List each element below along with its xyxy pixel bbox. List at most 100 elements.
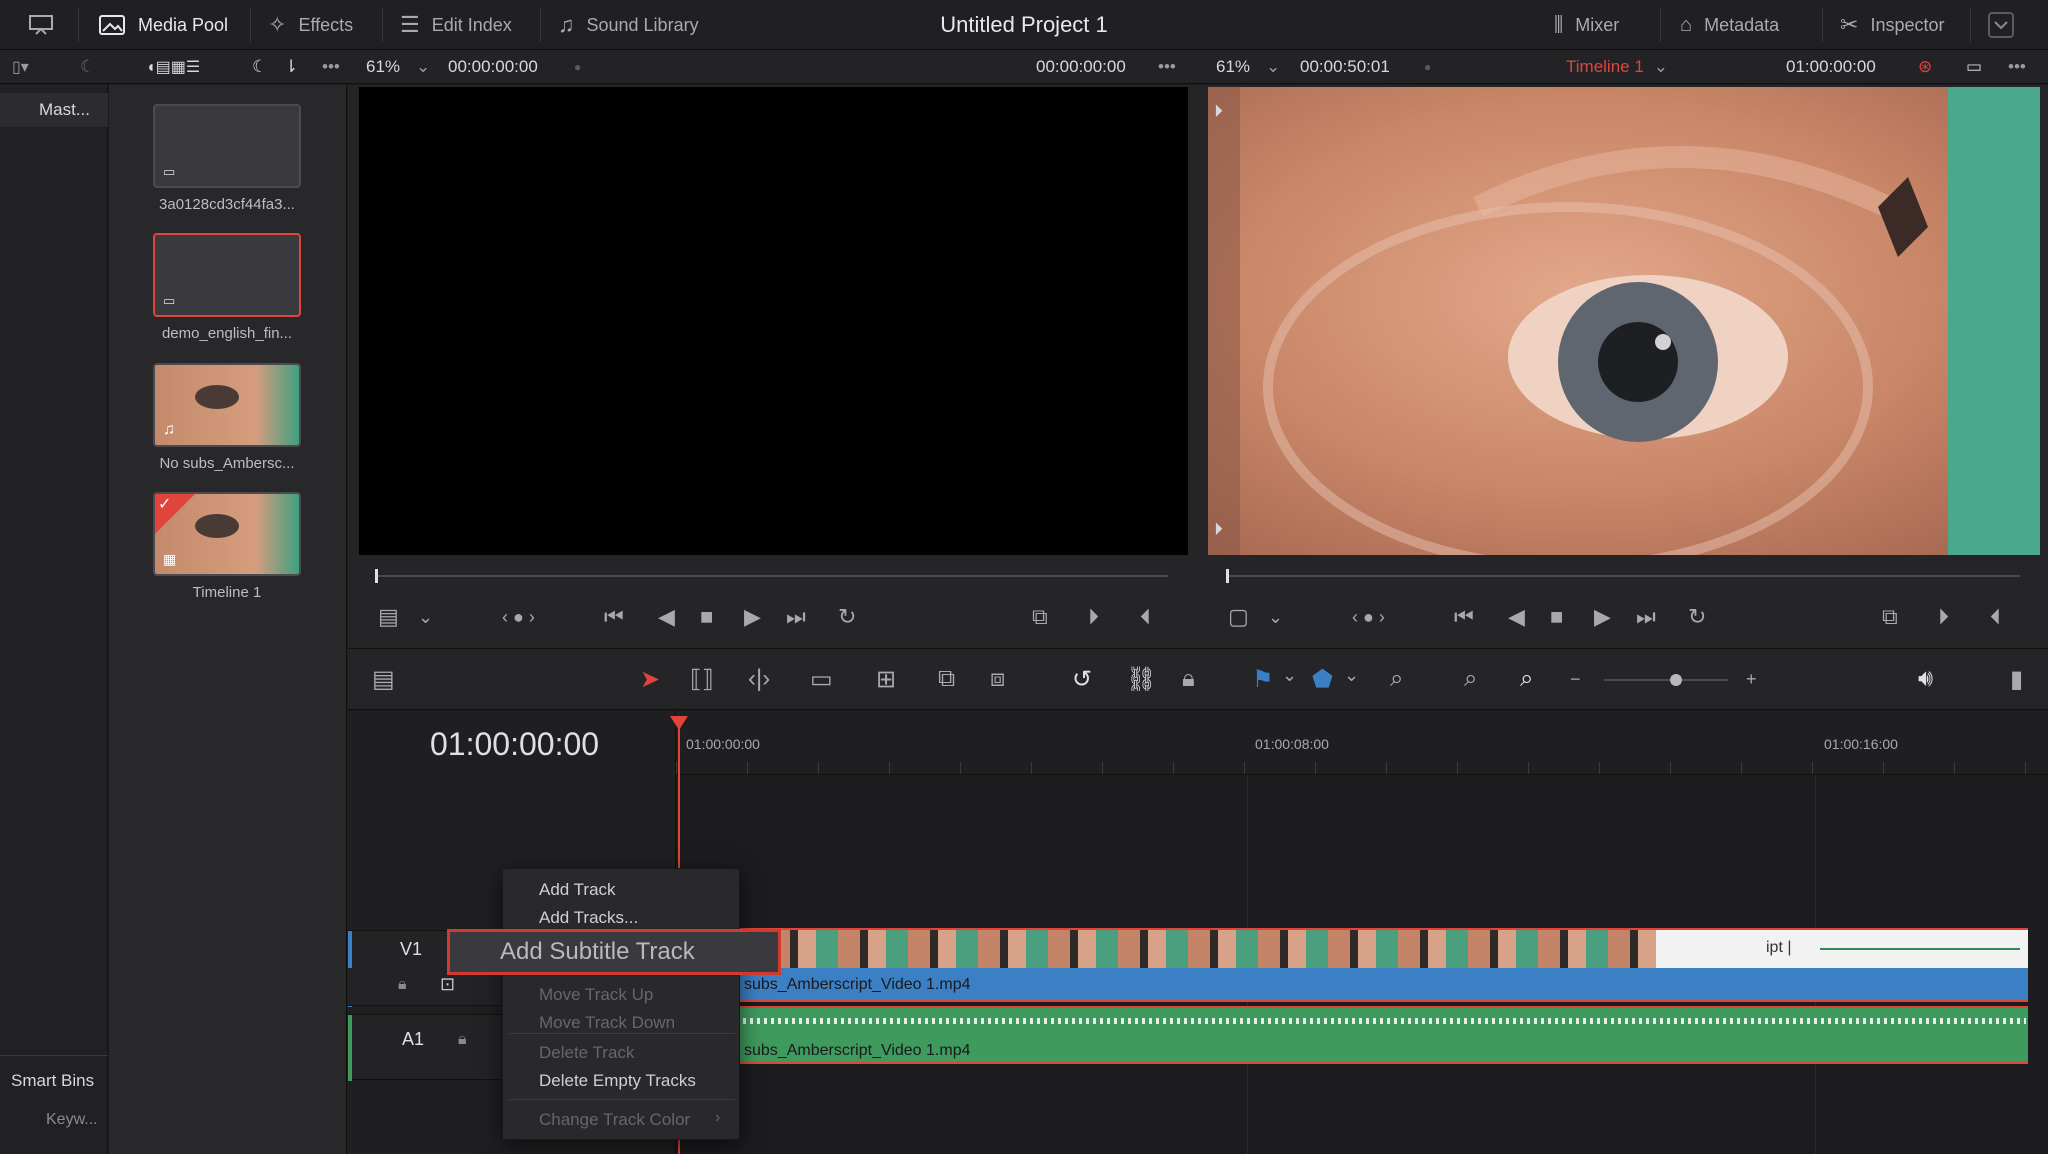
timeline-zoom[interactable]: 61%: [1216, 50, 1250, 84]
effects-tab[interactable]: ✧ Effects: [268, 0, 353, 50]
v1-thumbnail-strip[interactable]: [676, 930, 1656, 968]
clip-view-icon[interactable]: ▤: [378, 604, 399, 630]
a1-clip[interactable]: subs_Amberscript_Video 1.mp4: [676, 1006, 2028, 1064]
timeline-loop-icon[interactable]: ↻: [1688, 604, 1706, 630]
menu-add-tracks[interactable]: Add Tracks...: [539, 908, 638, 928]
zoom-custom-icon[interactable]: ⌕: [1520, 665, 1533, 693]
inspector-tab[interactable]: ✂ Inspector: [1840, 0, 1944, 50]
menu-delete-empty-tracks[interactable]: Delete Empty Tracks: [539, 1071, 696, 1091]
source-viewer[interactable]: [359, 87, 1188, 555]
clip-item[interactable]: ▭ 3a0128cd3cf44fa3...: [153, 104, 301, 213]
play-reverse-icon[interactable]: ◀: [658, 604, 675, 630]
play-icon[interactable]: ▶: [744, 604, 761, 630]
color-sync-icon[interactable]: ⊛: [1918, 50, 1932, 84]
master-bin[interactable]: Mast...: [0, 93, 108, 127]
mark-in-icon[interactable]: ⏵: [1088, 604, 1099, 630]
timeline-scrub-handle[interactable]: [1226, 569, 1229, 583]
timeline-mark-in-icon[interactable]: ⏵: [1938, 604, 1949, 630]
more-options-icon[interactable]: •••: [322, 50, 340, 84]
transform-chevron-icon[interactable]: ⌄: [1268, 607, 1283, 628]
sort-icon[interactable]: ⇂: [284, 50, 298, 84]
panel-layout-icon[interactable]: ▯▾: [12, 50, 29, 84]
menu-add-subtitle-track[interactable]: Add Subtitle Track: [447, 929, 781, 975]
lock-icon[interactable]: 🔒︎: [398, 976, 407, 994]
trim-tool-icon[interactable]: ⟦⟧: [690, 665, 714, 694]
transform-icon[interactable]: ▢: [1228, 604, 1249, 630]
linked-selection-icon[interactable]: ⛓: [1126, 665, 1156, 694]
meter-icon[interactable]: ▮: [2010, 665, 2023, 694]
blade-tool-icon[interactable]: ▭: [810, 665, 833, 694]
zoom-detail-icon[interactable]: ⌕: [1464, 665, 1477, 693]
source-zoom[interactable]: 61%: [366, 50, 400, 84]
zoom-slider-handle[interactable]: [1670, 674, 1682, 686]
media-pool-grid: ▭ 3a0128cd3cf44fa3... ▭ demo_english_fin…: [109, 85, 347, 1154]
source-scrub-handle[interactable]: [375, 569, 378, 583]
timeline-scrubber[interactable]: [1226, 575, 2020, 577]
timeline-zoom-chevron-icon[interactable]: ⌄: [1266, 50, 1280, 84]
timeline-name-dropdown[interactable]: Timeline 1 ⌄: [1566, 50, 1668, 84]
flag-chevron-icon[interactable]: ⌄: [1282, 665, 1297, 686]
sound-library-tab[interactable]: ♫ Sound Library: [558, 0, 699, 50]
clip-item[interactable]: ✓ ▦ Timeline 1: [153, 492, 301, 601]
timeline-options-icon[interactable]: ▤: [372, 665, 395, 694]
chevron-down-icon[interactable]: ⌄: [416, 50, 430, 84]
timeline-play-reverse-icon[interactable]: ◀: [1508, 604, 1525, 630]
svg-text:⏵: ⏵: [1214, 519, 1223, 539]
timeline-more-icon[interactable]: •••: [2008, 50, 2026, 84]
source-more-icon[interactable]: •••: [1158, 50, 1176, 84]
timeline-play-icon[interactable]: ▶: [1594, 604, 1611, 630]
position-lock-icon[interactable]: 🔒︎: [1182, 665, 1195, 693]
marker-chevron-icon[interactable]: ⌄: [1344, 665, 1359, 686]
auto-select-icon[interactable]: ⊡: [440, 974, 455, 995]
source-scrubber[interactable]: [376, 575, 1168, 577]
sort-moon-icon[interactable]: ☾: [252, 50, 267, 84]
loop-icon[interactable]: ↻: [838, 604, 856, 630]
timeline-mark-out-icon[interactable]: ⏴: [1990, 604, 2001, 630]
timeline-skip-end-icon[interactable]: ⏭: [1636, 604, 1656, 630]
moon-icon[interactable]: ☾: [80, 50, 95, 84]
insert-clip-icon[interactable]: ⊞: [876, 665, 896, 694]
expand-chevron-icon[interactable]: [1988, 0, 2014, 50]
zoom-slider[interactable]: [1604, 679, 1728, 681]
clip-item[interactable]: ▭ demo_english_fin...: [153, 233, 301, 342]
edit-index-tab[interactable]: ☰ Edit Index: [400, 0, 512, 50]
thumbnail-size-icon[interactable]: ◖▤▦☰: [146, 50, 200, 84]
overwrite-clip-icon[interactable]: ⧉: [938, 665, 955, 693]
v1-clip[interactable]: subs_Amberscript_Video 1.mp4: [676, 968, 2028, 1002]
stop-icon[interactable]: ■: [700, 604, 713, 630]
viewer-mode-icon[interactable]: ▭: [1966, 50, 1982, 84]
timeline-match-frame-icon[interactable]: ⧉: [1882, 604, 1898, 630]
media-pool-tab[interactable]: Media Pool: [98, 0, 228, 50]
a1-lock-icon[interactable]: 🔒︎: [458, 1031, 467, 1049]
selection-tool-icon[interactable]: ➤: [640, 665, 660, 694]
skip-end-icon[interactable]: ⏭: [786, 604, 806, 630]
clip-item[interactable]: ♫ No subs_Ambersc...: [153, 363, 301, 472]
a1-label: A1: [402, 1029, 425, 1049]
dynamic-trim-icon[interactable]: ‹|›: [748, 665, 770, 693]
timeline-stop-icon[interactable]: ■: [1550, 604, 1563, 630]
jog-icon[interactable]: ‹ ● ›: [502, 607, 535, 628]
zoom-out-icon[interactable]: −: [1570, 669, 1581, 690]
skip-start-icon[interactable]: ⏮: [604, 604, 624, 630]
keywords-bin-label[interactable]: Keyw...: [46, 1111, 98, 1129]
clip-view-chevron-icon[interactable]: ⌄: [418, 607, 433, 628]
playhead-handle-icon[interactable]: [670, 716, 688, 730]
zoom-full-icon[interactable]: ⌕: [1390, 665, 1403, 693]
marker-icon[interactable]: ⬟: [1312, 665, 1333, 694]
snapping-icon[interactable]: ↺: [1072, 665, 1092, 694]
match-frame-icon[interactable]: ⧉: [1032, 604, 1048, 630]
mixer-tab[interactable]: ⫼ Mixer: [1554, 0, 1619, 50]
flag-icon[interactable]: ⚑: [1252, 665, 1274, 694]
replace-clip-icon[interactable]: ⧈: [990, 665, 1005, 693]
mark-out-icon[interactable]: ⏴: [1140, 604, 1151, 630]
menu-add-track[interactable]: Add Track: [539, 880, 616, 900]
timeline-skip-start-icon[interactable]: ⏮: [1454, 604, 1474, 630]
v1-subtitle-region[interactable]: ipt |: [1656, 930, 2028, 968]
smart-bins-label[interactable]: Smart Bins: [11, 1071, 94, 1091]
workspace-icon[interactable]: [28, 0, 54, 50]
zoom-in-icon[interactable]: +: [1746, 669, 1757, 690]
volume-icon[interactable]: 🔊︎: [1918, 665, 1933, 693]
timeline-jog-icon[interactable]: ‹ ● ›: [1352, 607, 1385, 628]
metadata-tab[interactable]: ⌂ Metadata: [1680, 0, 1779, 50]
timeline-viewer[interactable]: ⏵ ⏵: [1208, 87, 2040, 555]
